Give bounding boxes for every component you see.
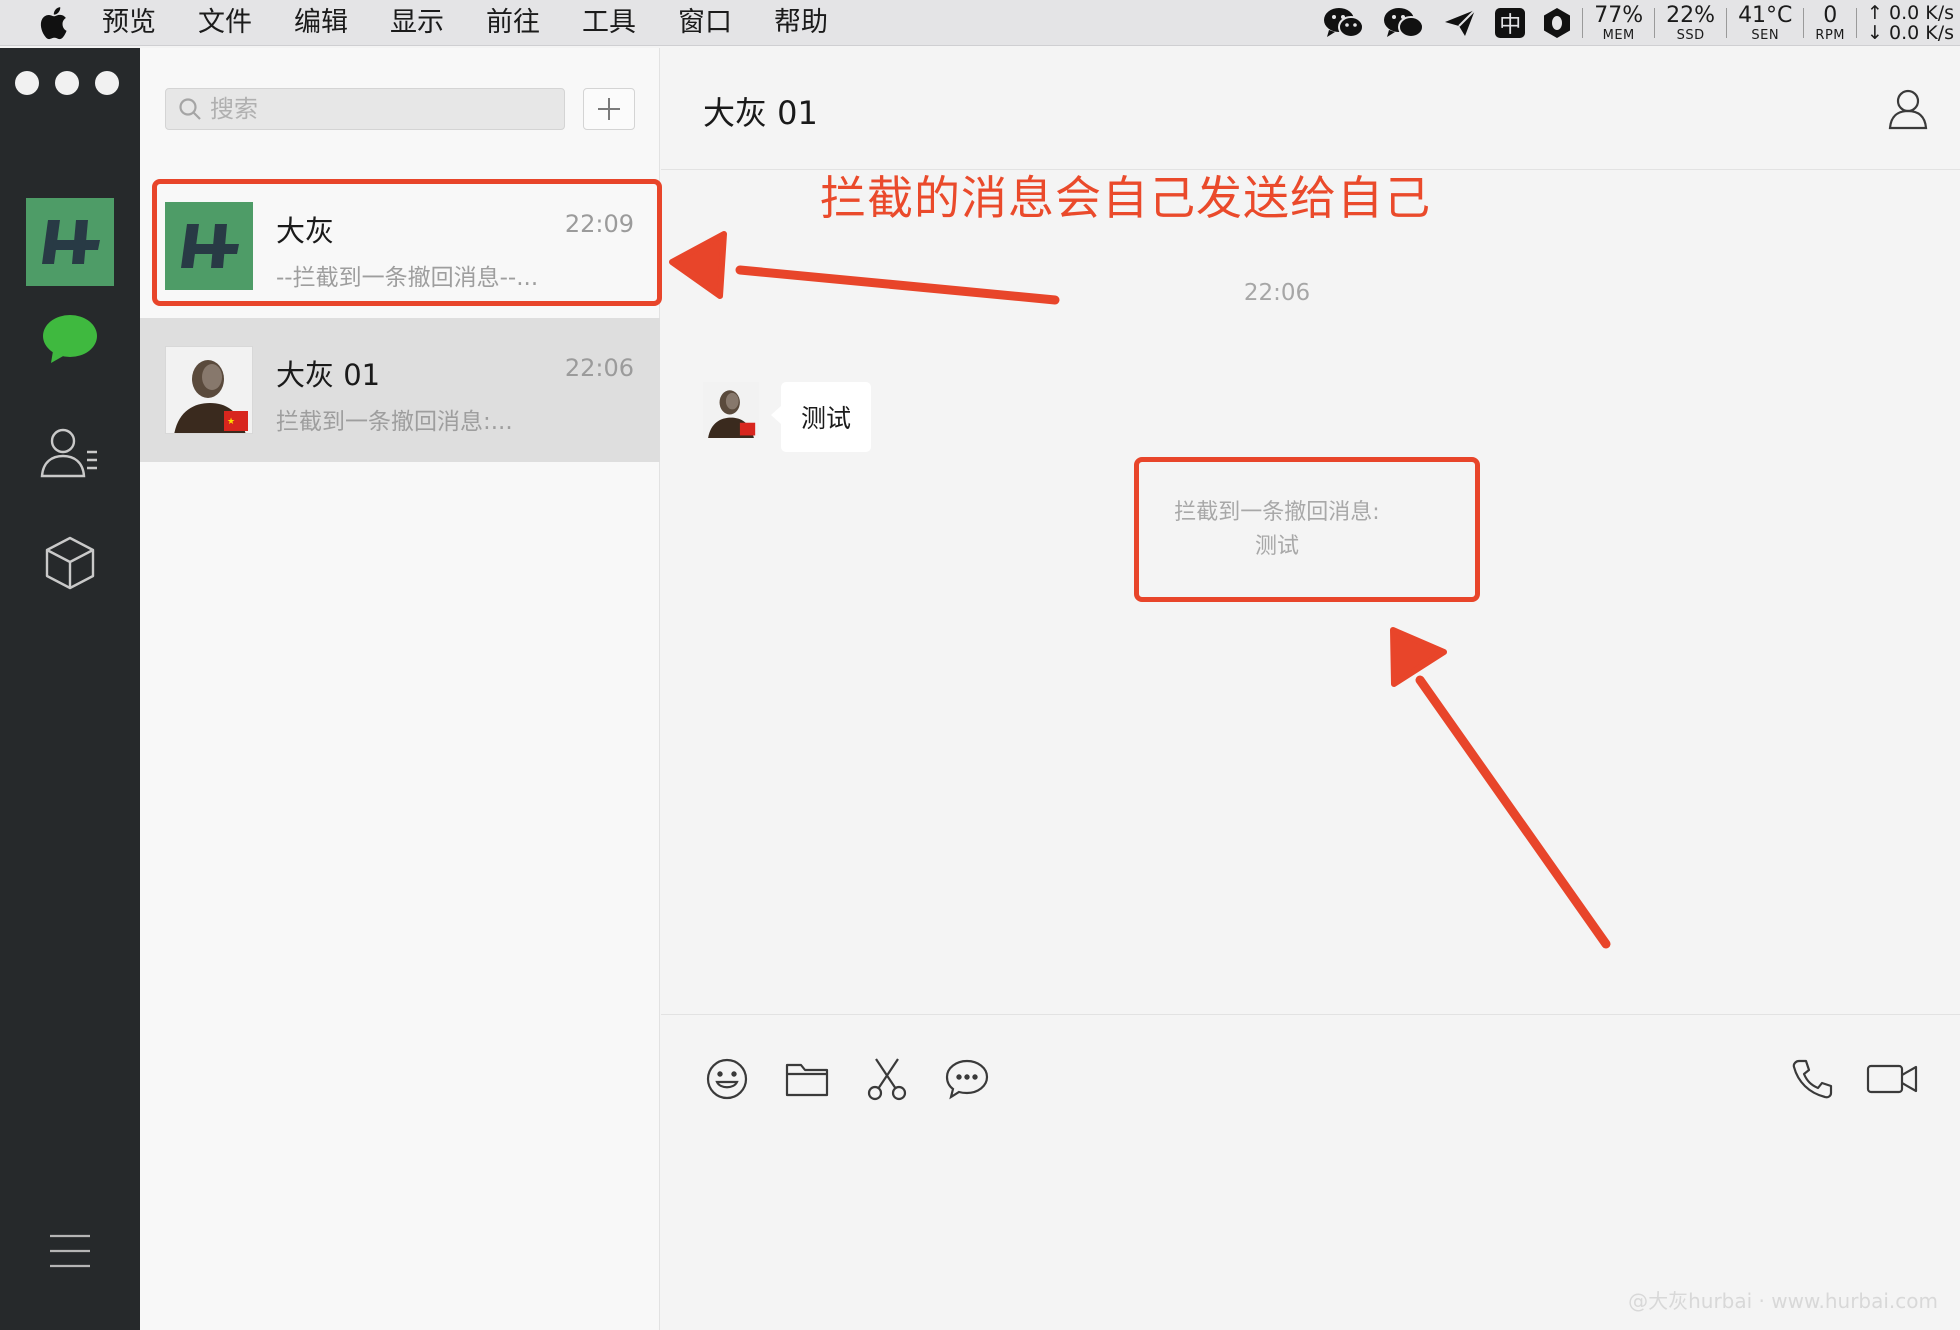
person-photo-icon: ★ — [166, 347, 252, 433]
menubar: 预览 文件 编辑 显示 前往 工具 窗口 帮助 中 77% MEM 22% SS… — [0, 0, 1960, 46]
nav-rail — [0, 48, 140, 1330]
minimize-window-button[interactable] — [55, 71, 79, 95]
chat-tab-icon[interactable] — [35, 304, 105, 374]
sender-avatar[interactable] — [703, 382, 759, 438]
conversation-title: 大灰 01 — [703, 94, 818, 132]
mem-stat[interactable]: 77% MEM — [1594, 4, 1643, 42]
net-upload: ↑ 0.0 K/s — [1867, 2, 1954, 24]
annotation-caption: 拦截的消息会自己发送给自己 — [820, 171, 1431, 225]
conversation-panel: 大灰 01 22:06 测试 拦截到一条撤回消息: 测试 — [661, 48, 1960, 1330]
divider — [1582, 8, 1584, 38]
input-method-icon[interactable]: 中 — [1495, 8, 1526, 38]
conversation-header: 大灰 01 — [661, 48, 1960, 170]
watermark: @大灰hurbai · www.hurbai.com — [1628, 1289, 1938, 1313]
video-call-icon[interactable] — [1866, 1055, 1918, 1103]
wechat-work-tray-icon[interactable] — [1383, 6, 1425, 40]
chat-bubble-icon[interactable] — [943, 1055, 991, 1103]
menu-go[interactable]: 前往 — [486, 0, 540, 46]
chat-time: 22:06 — [564, 354, 634, 382]
message-time-separator: 22:06 — [1243, 280, 1311, 306]
menu-tools[interactable]: 工具 — [582, 0, 636, 46]
divider — [1803, 8, 1805, 38]
mini-program-cube-icon[interactable] — [35, 528, 105, 598]
net-download: ↓ 0.0 K/s — [1867, 22, 1954, 44]
plus-icon — [598, 98, 620, 120]
highlight-box-recalled-message — [1134, 457, 1480, 602]
apple-menu-icon[interactable] — [38, 6, 84, 40]
message-bubble[interactable]: 测试 — [770, 382, 872, 452]
menu-help[interactable]: 帮助 — [774, 0, 828, 46]
menu-hamburger-icon[interactable] — [35, 1216, 105, 1286]
chat-preview: 拦截到一条撤回消息:... — [276, 409, 513, 435]
highlight-box-chat-item — [152, 179, 662, 306]
hexagon-tray-icon[interactable] — [1543, 7, 1571, 39]
scissors-icon[interactable] — [863, 1055, 911, 1103]
send-tray-icon[interactable] — [1443, 8, 1477, 38]
zoom-window-button[interactable] — [95, 71, 119, 95]
avatar: ★ — [165, 346, 253, 434]
search-icon — [179, 98, 201, 120]
menu-window[interactable]: 窗口 — [678, 0, 732, 46]
emoji-icon[interactable] — [703, 1055, 751, 1103]
status-tray: 中 77% MEM 22% SSD 41°C SEN 0 RPM ↑ 0.0 K… — [1314, 0, 1954, 46]
wechat-tray-icon[interactable] — [1323, 6, 1365, 40]
brand-logo-icon — [26, 198, 114, 286]
divider — [1726, 8, 1728, 38]
search-box[interactable] — [165, 88, 565, 130]
search-input[interactable] — [210, 95, 540, 123]
message-composer — [661, 1014, 1960, 1330]
chat-name: 大灰 01 — [276, 358, 381, 392]
close-window-button[interactable] — [15, 71, 39, 95]
my-avatar[interactable] — [26, 198, 114, 286]
menu-view[interactable]: 显示 — [390, 0, 444, 46]
contacts-tab-icon[interactable] — [35, 418, 105, 488]
divider — [1856, 8, 1858, 38]
svg-text:★: ★ — [227, 417, 235, 427]
menu-edit[interactable]: 编辑 — [294, 0, 348, 46]
menu-file[interactable]: 文件 — [198, 0, 252, 46]
network-stat[interactable]: ↑ 0.0 K/s ↓ 0.0 K/s — [1867, 3, 1954, 43]
folder-icon[interactable] — [783, 1055, 831, 1103]
person-photo-icon — [703, 382, 759, 438]
voice-call-icon[interactable] — [1788, 1055, 1836, 1103]
chat-item-dahui-01[interactable]: ★ 大灰 01 22:06 拦截到一条撤回消息:... — [140, 318, 660, 462]
chat-info-icon[interactable] — [1888, 88, 1928, 134]
add-chat-button[interactable] — [583, 88, 635, 130]
fan-stat[interactable]: 0 RPM — [1815, 4, 1845, 42]
ssd-stat[interactable]: 22% SSD — [1666, 4, 1715, 42]
window-controls — [15, 71, 135, 95]
divider — [1654, 8, 1656, 38]
menu-preview[interactable]: 预览 — [102, 0, 156, 46]
sensor-stat[interactable]: 41°C SEN — [1738, 4, 1792, 42]
